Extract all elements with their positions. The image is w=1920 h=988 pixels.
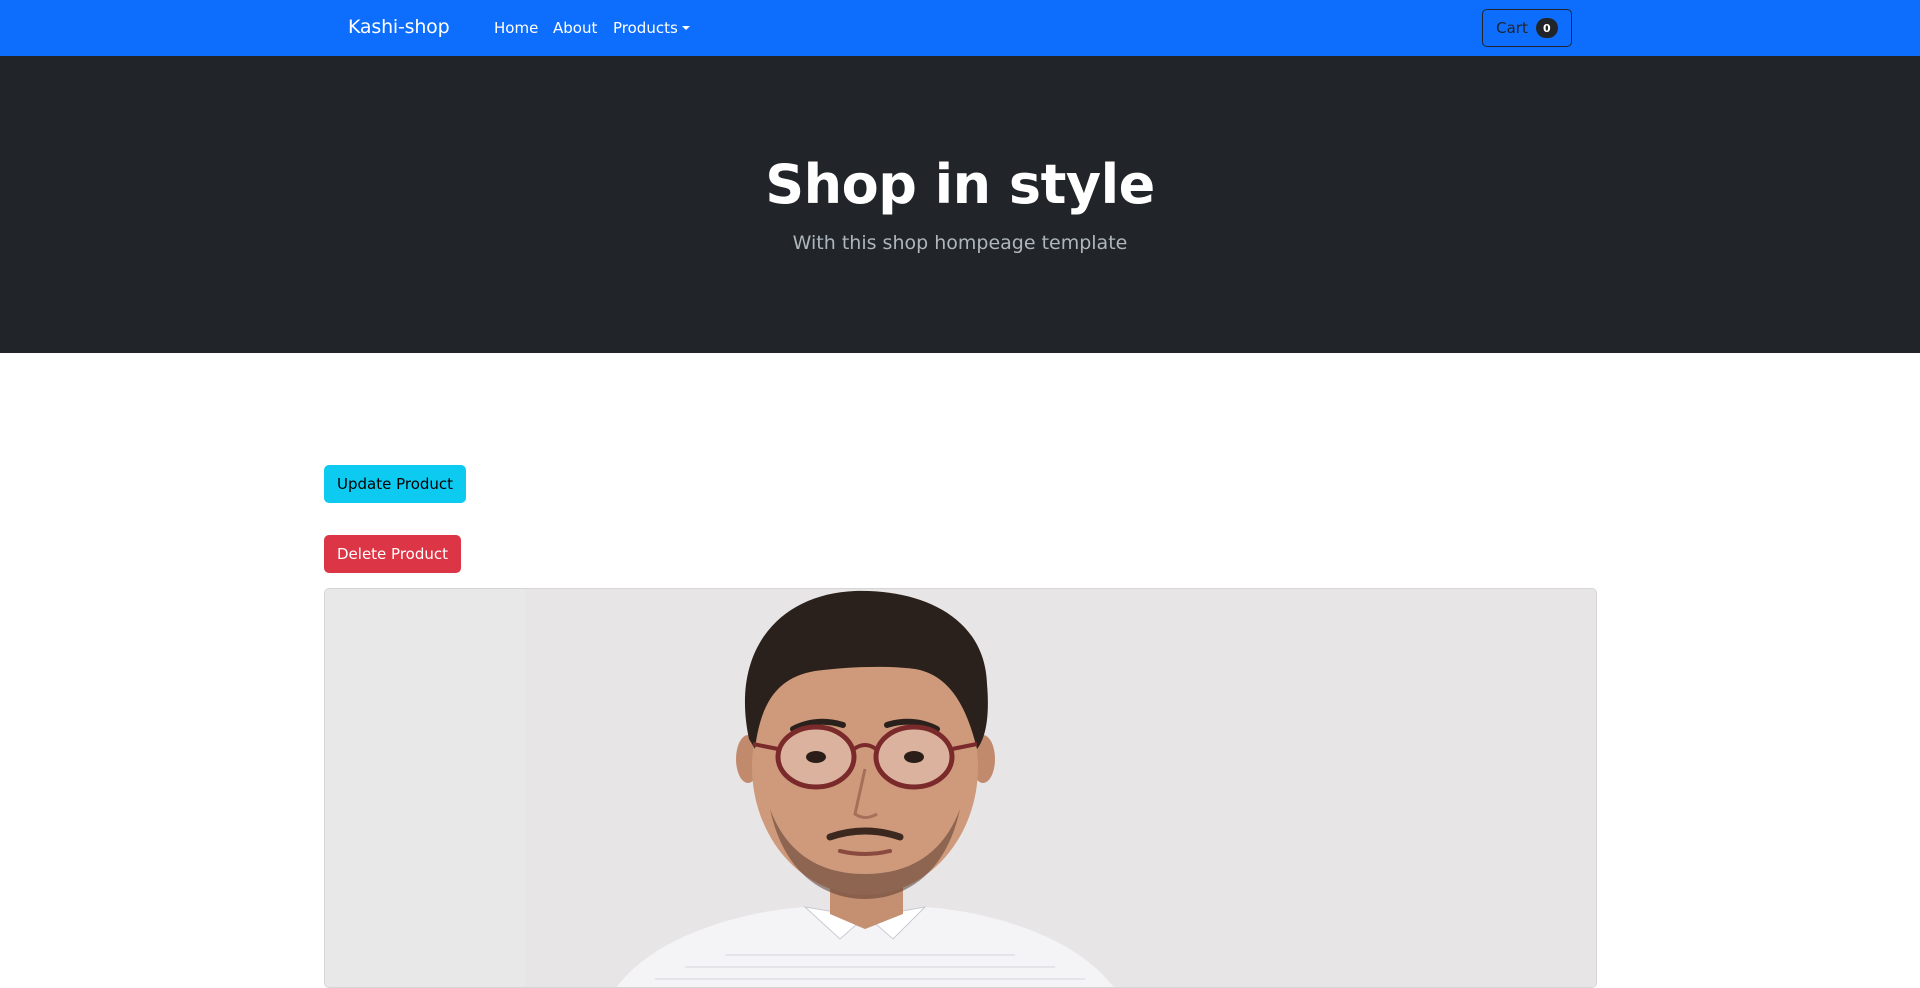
nav-products-label: Products [613, 19, 678, 37]
caret-down-icon [681, 26, 690, 30]
navbar: Kashi-shop Home About Products Cart 0 [0, 0, 1920, 56]
hero-subtitle: With this shop hompeage template [792, 232, 1128, 254]
product-image [325, 589, 1596, 987]
update-product-button[interactable]: Update Product [324, 465, 467, 503]
nav-link-about[interactable]: About [553, 19, 597, 37]
cart-label: Cart [1496, 19, 1528, 37]
cart-count-badge: 0 [1535, 18, 1558, 38]
cart-button[interactable]: Cart 0 [1482, 9, 1572, 47]
hero-banner: Shop in style With this shop hompeage te… [0, 56, 1920, 353]
nav-dropdown-products[interactable]: Products [613, 19, 690, 37]
delete-product-button[interactable]: Delete Product [324, 535, 462, 573]
hero-title: Shop in style [765, 153, 1155, 216]
product-card [324, 588, 1597, 988]
nav-link-home[interactable]: Home [494, 19, 538, 37]
brand-link[interactable]: Kashi-shop [348, 16, 450, 38]
